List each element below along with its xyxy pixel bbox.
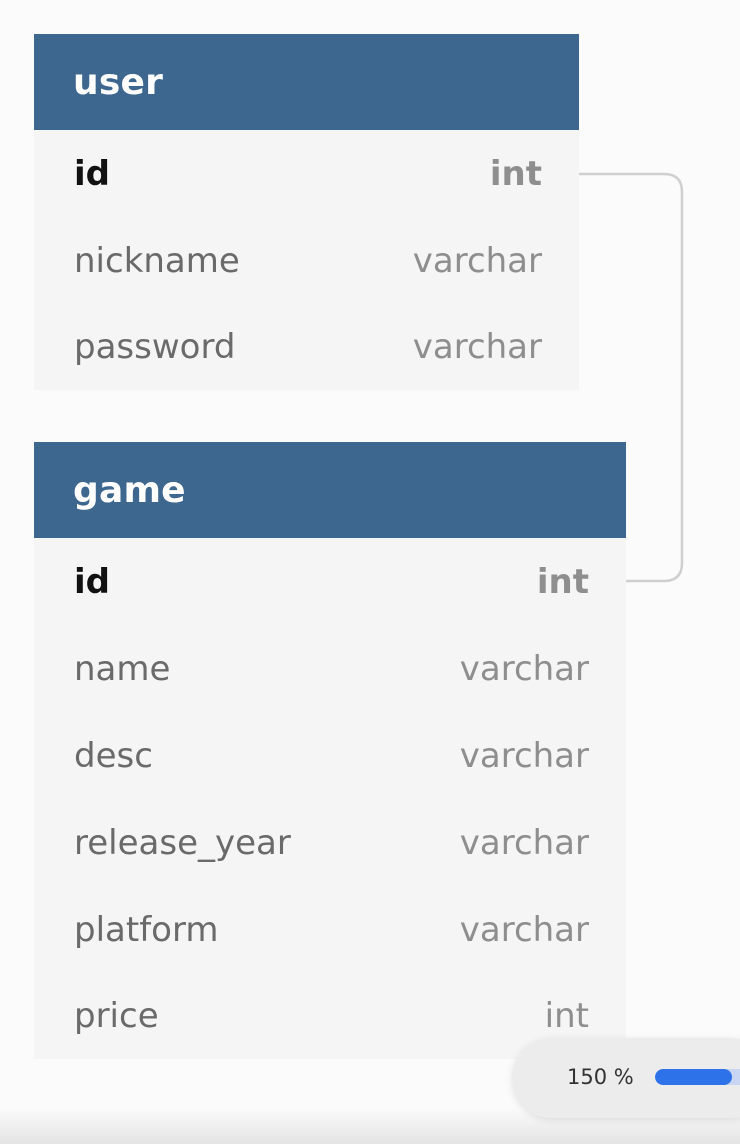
field-row-platform[interactable]: platform varchar — [34, 886, 626, 973]
table-header[interactable]: user — [34, 34, 579, 130]
zoom-control: 150 % — [512, 1038, 740, 1118]
zoom-slider[interactable] — [655, 1069, 740, 1085]
field-row-id[interactable]: id int — [34, 538, 626, 625]
table-title: user — [73, 61, 164, 103]
field-row-desc[interactable]: desc varchar — [34, 712, 626, 799]
field-name: nickname — [74, 240, 240, 281]
field-row-password[interactable]: password varchar — [34, 304, 579, 390]
field-name: id — [74, 561, 110, 602]
diagram-canvas[interactable]: user id int nickname varchar password va… — [0, 0, 740, 1144]
field-type: varchar — [412, 327, 542, 367]
zoom-slider-fill — [655, 1069, 732, 1085]
field-row-nickname[interactable]: nickname varchar — [34, 217, 579, 304]
field-row-release-year[interactable]: release_year varchar — [34, 799, 626, 886]
table-title: game — [73, 469, 186, 511]
field-row-name[interactable]: name varchar — [34, 625, 626, 712]
field-type: varchar — [459, 822, 589, 863]
field-name: password — [74, 327, 236, 367]
table-header[interactable]: game — [34, 442, 626, 538]
field-name: desc — [74, 735, 153, 776]
zoom-level-label: 150 % — [567, 1065, 634, 1089]
field-name: price — [74, 996, 159, 1036]
field-type: varchar — [459, 648, 589, 689]
field-type: int — [544, 996, 589, 1036]
table-user[interactable]: user id int nickname varchar password va… — [34, 34, 579, 390]
table-game[interactable]: game id int name varchar desc varchar re… — [34, 442, 626, 1059]
field-name: platform — [74, 909, 219, 950]
field-name: id — [74, 153, 110, 194]
field-type: varchar — [459, 735, 589, 776]
field-row-id[interactable]: id int — [34, 130, 579, 217]
field-type: varchar — [412, 240, 542, 281]
field-name: release_year — [74, 822, 291, 863]
field-name: name — [74, 648, 171, 689]
field-type: int — [489, 153, 542, 194]
field-type: int — [536, 561, 589, 602]
field-type: varchar — [459, 909, 589, 950]
